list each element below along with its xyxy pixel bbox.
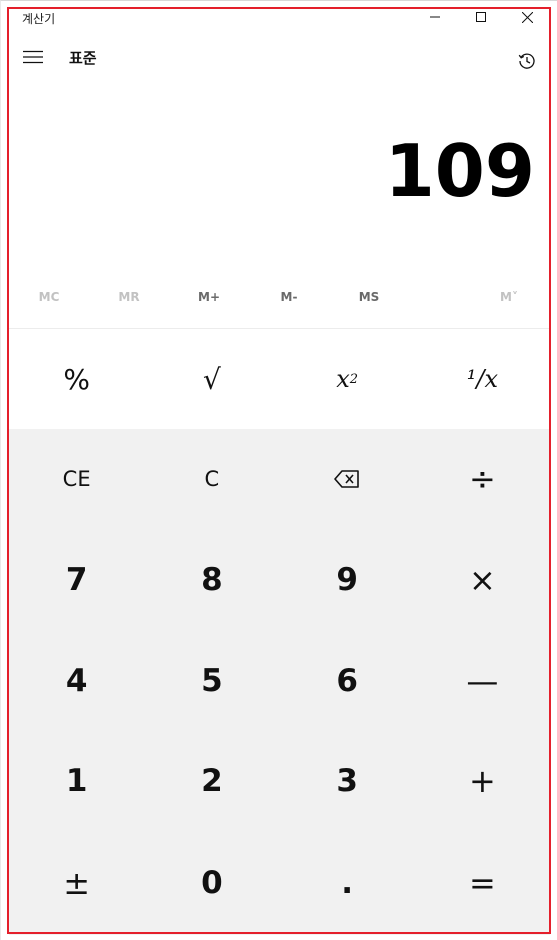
nine-button[interactable]: 9 [280, 529, 415, 631]
close-button[interactable] [504, 1, 550, 33]
bottom-row: ± 0 . = [9, 831, 550, 935]
clear-button[interactable]: C [144, 429, 279, 529]
multiply-button[interactable]: × [415, 529, 550, 631]
memory-clear-button[interactable]: MC [19, 285, 79, 309]
backspace-icon [334, 470, 359, 488]
memory-store-button[interactable]: MS [339, 285, 399, 309]
decimal-button[interactable]: . [280, 831, 415, 935]
memory-subtract-button[interactable]: M- [259, 285, 319, 309]
result-display: 109 [384, 129, 535, 213]
three-button[interactable]: 3 [280, 731, 415, 831]
memory-list-button[interactable]: M˅ [479, 285, 539, 309]
minimize-button[interactable] [412, 1, 458, 33]
memory-recall-button[interactable]: MR [99, 285, 159, 309]
square-base: x [336, 365, 350, 393]
navigation-menu-button[interactable] [17, 43, 49, 71]
mode-title: 표준 [69, 49, 97, 67]
minus-button[interactable]: — [415, 631, 550, 731]
eight-button[interactable]: 8 [144, 529, 279, 631]
function-row: % √ x2 ¹/x [9, 329, 550, 429]
memory-bar: MC MR M+ M- MS M˅ [9, 285, 550, 309]
backspace-button[interactable] [280, 429, 415, 529]
four-button[interactable]: 4 [9, 631, 144, 731]
divide-button[interactable]: ÷ [415, 429, 550, 529]
calculator-window: 계산기 표준 109 MC MR M+ M- MS M˅ % √ x 2 ¹/x… [0, 0, 557, 940]
one-button[interactable]: 1 [9, 731, 144, 831]
title-bar[interactable]: 계산기 [1, 1, 557, 33]
percent-button[interactable]: % [9, 329, 144, 429]
maximize-icon [476, 12, 486, 22]
plus-button[interactable]: + [415, 731, 550, 831]
row-789: 7 8 9 × [9, 529, 550, 631]
square-button[interactable]: x2 [280, 329, 415, 429]
hamburger-icon [23, 50, 43, 64]
six-button[interactable]: 6 [280, 631, 415, 731]
square-exponent: 2 [349, 371, 359, 387]
reciprocal-button[interactable]: ¹/x [415, 329, 550, 429]
row-123: 1 2 3 + [9, 731, 550, 831]
seven-button[interactable]: 7 [9, 529, 144, 631]
memory-add-button[interactable]: M+ [179, 285, 239, 309]
five-button[interactable]: 5 [144, 631, 279, 731]
minimize-icon [430, 16, 440, 18]
close-icon [521, 11, 533, 23]
equals-button[interactable]: = [415, 831, 550, 935]
app-title: 계산기 [22, 12, 56, 26]
clear-entry-button[interactable]: CE [9, 429, 144, 529]
square-root-button[interactable]: √ [144, 329, 279, 429]
history-icon [518, 53, 535, 69]
maximize-button[interactable] [458, 1, 504, 33]
clear-row: CE C ÷ [9, 429, 550, 529]
two-button[interactable]: 2 [144, 731, 279, 831]
zero-button[interactable]: 0 [144, 831, 279, 935]
row-456: 4 5 6 — [9, 631, 550, 731]
negate-button[interactable]: ± [9, 831, 144, 935]
history-button[interactable] [513, 47, 541, 75]
